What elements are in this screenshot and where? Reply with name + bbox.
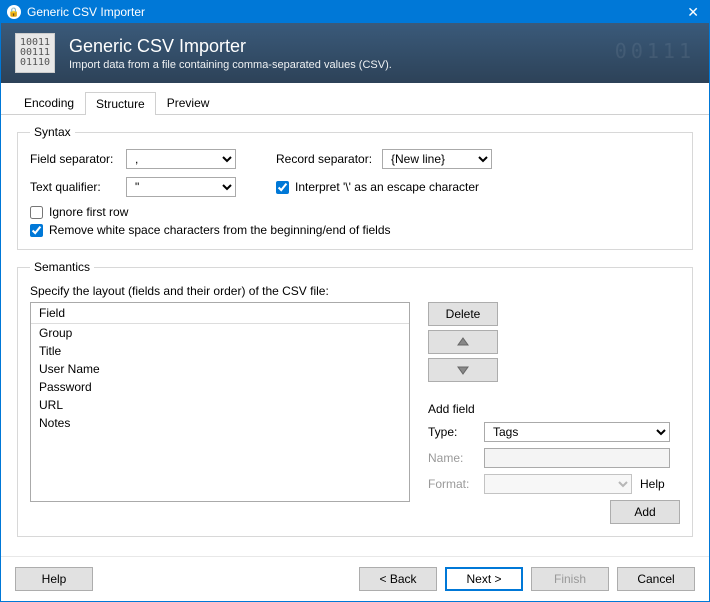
semantics-instruction: Specify the layout (fields and their ord…	[30, 284, 680, 298]
list-item[interactable]: User Name	[31, 360, 409, 378]
delete-button[interactable]: Delete	[428, 302, 498, 326]
cancel-button[interactable]: Cancel	[617, 567, 695, 591]
next-button[interactable]: Next >	[445, 567, 523, 591]
list-item[interactable]: URL	[31, 396, 409, 414]
list-item[interactable]: Group	[31, 324, 409, 342]
finish-button: Finish	[531, 567, 609, 591]
syntax-legend: Syntax	[30, 125, 75, 139]
format-label: Format:	[428, 477, 476, 491]
addfield-label: Add field	[428, 402, 680, 416]
csv-icon: 100110011101110	[15, 33, 55, 73]
tab-content: Syntax Field separator: , Record separat…	[1, 115, 709, 556]
text-qual-label: Text qualifier:	[30, 180, 120, 194]
type-label: Type:	[428, 425, 476, 439]
tab-structure[interactable]: Structure	[85, 92, 156, 115]
type-select[interactable]: Tags	[484, 422, 670, 442]
wizard-footer: Help < Back Next > Finish Cancel	[1, 556, 709, 601]
interpret-escape-checkbox[interactable]	[276, 181, 289, 194]
banner-title: Generic CSV Importer	[69, 36, 392, 57]
format-select	[484, 474, 632, 494]
move-down-button[interactable]	[428, 358, 498, 382]
arrow-up-icon	[456, 336, 470, 348]
record-separator-select[interactable]: {New line}	[382, 149, 492, 169]
banner-subtitle: Import data from a file containing comma…	[69, 59, 392, 71]
interpret-escape-label: Interpret '\' as an escape character	[295, 180, 479, 194]
help-link[interactable]: Help	[640, 477, 665, 491]
banner-decor: 00111	[615, 39, 695, 63]
name-label: Name:	[428, 451, 476, 465]
close-icon[interactable]: ✕	[683, 4, 703, 21]
syntax-group: Syntax Field separator: , Record separat…	[17, 125, 693, 250]
name-input	[484, 448, 670, 468]
field-list-header[interactable]: Field	[31, 303, 409, 324]
back-button[interactable]: < Back	[359, 567, 437, 591]
arrow-down-icon	[456, 364, 470, 376]
semantics-group: Semantics Specify the layout (fields and…	[17, 260, 693, 537]
list-item[interactable]: Title	[31, 342, 409, 360]
semantics-legend: Semantics	[30, 260, 94, 274]
text-qualifier-select[interactable]: "	[126, 177, 236, 197]
add-button[interactable]: Add	[610, 500, 680, 524]
move-up-button[interactable]	[428, 330, 498, 354]
remove-ws-label: Remove white space characters from the b…	[49, 223, 391, 237]
ignore-first-checkbox[interactable]	[30, 206, 43, 219]
remove-ws-checkbox[interactable]	[30, 224, 43, 237]
field-list[interactable]: Field GroupTitleUser NamePasswordURLNote…	[30, 302, 410, 502]
record-sep-label: Record separator:	[276, 152, 376, 166]
help-button[interactable]: Help	[15, 567, 93, 591]
list-item[interactable]: Password	[31, 378, 409, 396]
app-icon: 🔒	[7, 5, 21, 19]
field-separator-select[interactable]: ,	[126, 149, 236, 169]
tab-encoding[interactable]: Encoding	[13, 91, 85, 114]
list-item[interactable]: Notes	[31, 414, 409, 432]
ignore-first-label: Ignore first row	[49, 205, 128, 219]
header-banner: 100110011101110 Generic CSV Importer Imp…	[1, 23, 709, 83]
field-sep-label: Field separator:	[30, 152, 120, 166]
tab-preview[interactable]: Preview	[156, 91, 221, 114]
window-title: Generic CSV Importer	[27, 5, 683, 19]
tabstrip: Encoding Structure Preview	[1, 83, 709, 115]
titlebar: 🔒 Generic CSV Importer ✕	[1, 1, 709, 23]
